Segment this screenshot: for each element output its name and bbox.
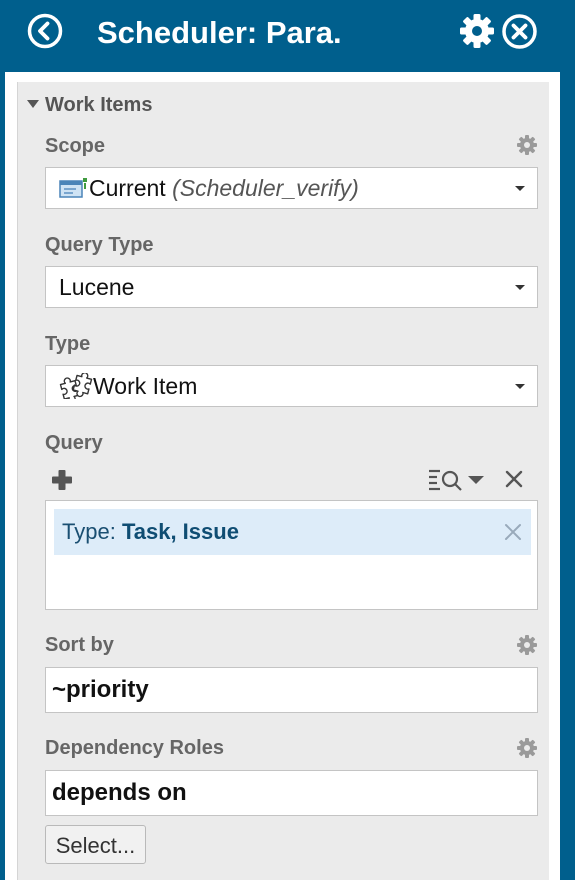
sort-by-settings-button[interactable] [516,634,538,656]
scope-settings-button[interactable] [516,134,538,156]
work-items-section-toggle[interactable]: Work Items [27,92,152,118]
scope-label: Scope [45,135,106,157]
query-chip-text: Type: Task, Issue [62,509,239,555]
chevron-down-icon [515,186,525,191]
scope-context: (Scheduler_verify) [172,175,359,201]
clear-query-button[interactable] [503,468,525,490]
query-tools-menu-button[interactable] [428,466,488,494]
add-query-button[interactable] [51,469,73,491]
type-select[interactable]: Work Item [45,365,538,407]
chevron-down-icon [515,384,525,389]
settings-button[interactable] [458,12,496,50]
query-type-select[interactable]: Lucene [45,266,538,308]
scope-value-wrap: Current (Scheduler_verify) [59,168,359,208]
sort-by-label: Sort by [45,634,114,656]
collapse-triangle-icon [27,99,39,108]
close-button[interactable] [501,13,538,50]
query-box[interactable]: Type: Task, Issue [45,500,538,610]
chevron-down-icon [468,476,484,484]
list-search-icon [429,469,462,491]
close-icon [505,470,523,488]
select-dependency-roles-button[interactable]: Select... [45,825,146,864]
query-chip-value: Task, Issue [121,519,239,544]
sort-by-field[interactable]: ~priority [45,667,538,713]
remove-query-chip-button[interactable] [503,522,523,542]
query-type-label: Query Type [45,234,154,256]
document-scope-icon [59,177,87,198]
type-value: Work Item [93,373,198,399]
query-label: Query [45,432,103,454]
panel-title: Scheduler: Para. [97,15,342,50]
sort-by-value: ~priority [52,676,149,703]
type-label: Type [45,333,91,355]
chevron-down-icon [515,285,525,290]
plus-icon [52,470,72,490]
puzzle-icon [59,372,93,399]
work-items-section-label: Work Items [45,94,153,116]
query-chip-key: Type: [62,519,116,544]
query-chip[interactable]: Type: Task, Issue [54,509,531,555]
scope-value: Current [89,175,166,201]
panel-right-border [560,72,575,880]
type-value-wrap: Work Item [59,366,197,406]
close-icon [505,524,521,540]
dependency-roles-field[interactable]: depends on [45,770,538,816]
dependency-roles-settings-button[interactable] [516,737,538,759]
panel-left-border [0,72,5,880]
dependency-roles-label: Dependency Roles [45,737,224,759]
scope-select[interactable]: Current (Scheduler_verify) [45,167,538,209]
panel-header: Scheduler: Para. [0,0,575,72]
back-button[interactable] [27,13,63,49]
query-type-value: Lucene [59,274,135,300]
gear-icon [460,14,494,48]
dependency-roles-value: depends on [52,779,187,806]
